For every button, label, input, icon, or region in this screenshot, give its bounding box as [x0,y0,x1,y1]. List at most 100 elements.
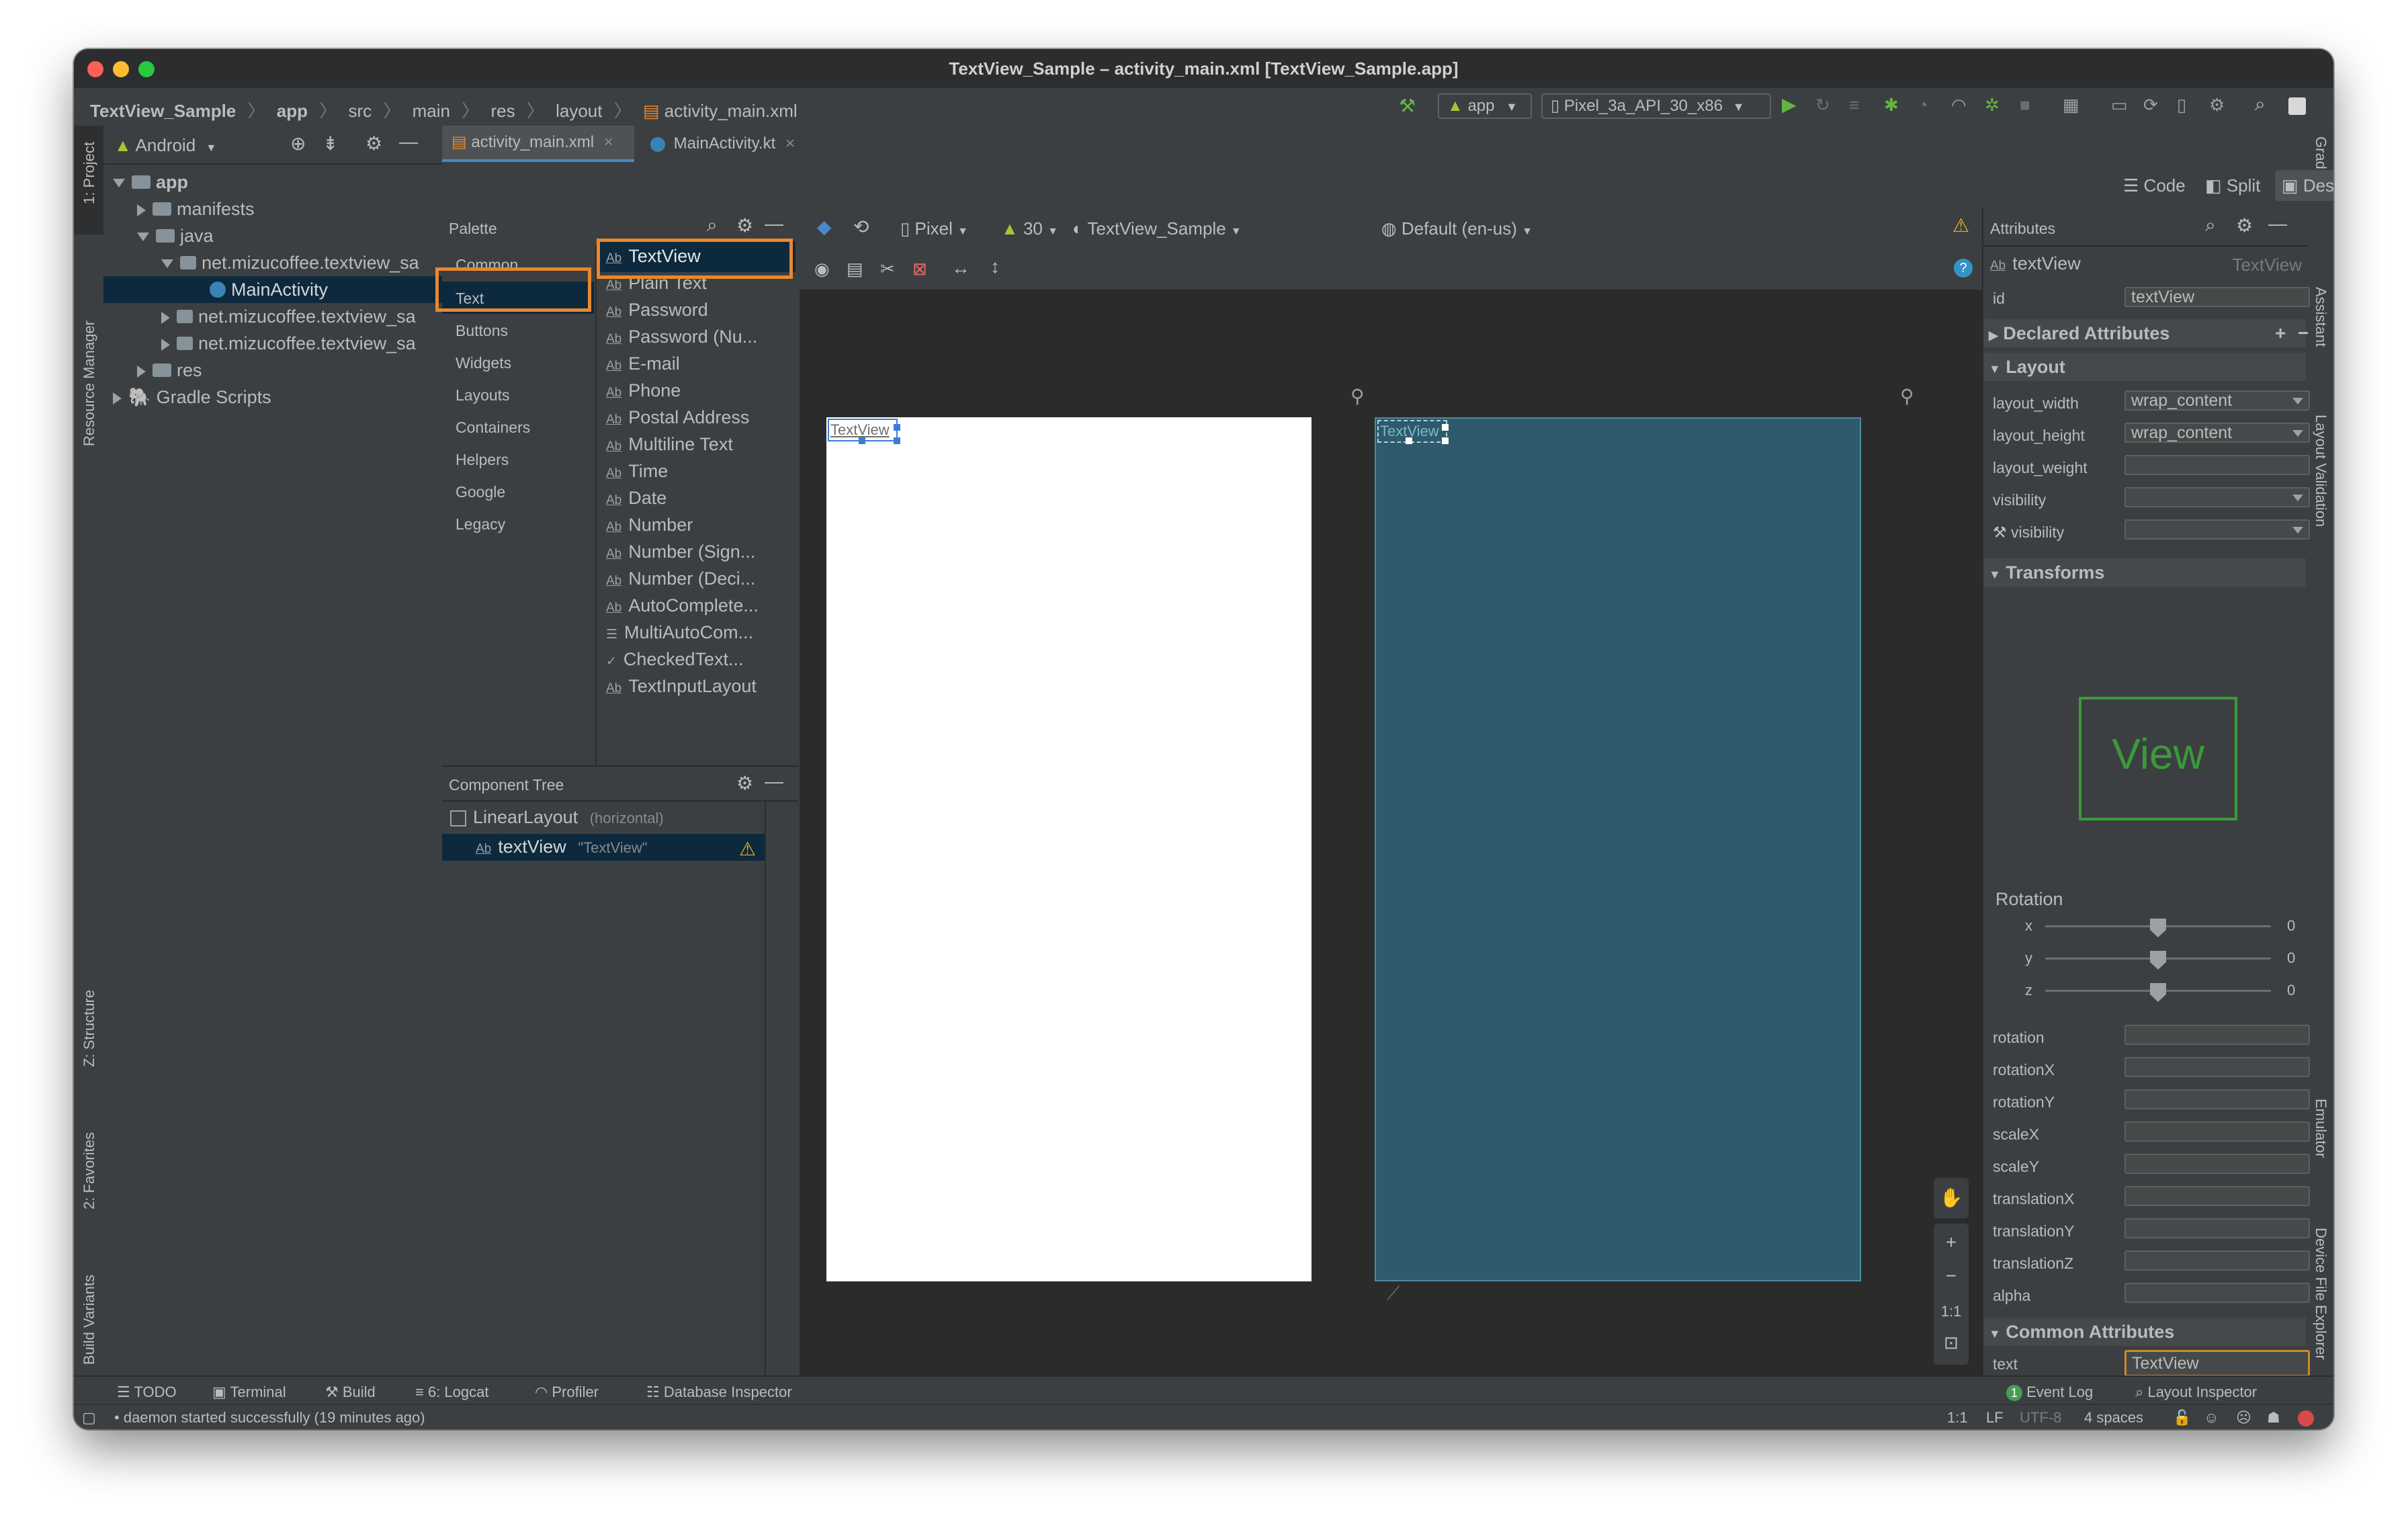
eye-icon[interactable]: ◉ [814,259,830,280]
palette-item-date[interactable]: Ab Date [606,484,666,511]
breadcrumb-main[interactable]: main [413,101,450,121]
project-view-selector[interactable]: ▲ Android ▼ [114,135,216,156]
horizontal-expand-icon[interactable]: ↔ [951,257,970,279]
rotation-z-thumb[interactable] [2150,983,2166,1002]
visibility-dropdown[interactable] [2124,487,2310,507]
section-declared-attributes[interactable]: ▶ Declared Attributes + − [1983,319,2309,347]
status-message[interactable]: • daemon started successfully (19 minute… [114,1409,425,1427]
layout-validation-tool-tab[interactable]: Layout Validation [2312,415,2329,527]
device-preview-dropdown[interactable]: ▯ Pixel ▼ [900,218,968,239]
palette-item-textinputlayout[interactable]: Ab TextInputLayout [606,673,757,699]
account-icon[interactable] [2288,97,2306,115]
resize-corner-icon[interactable]: ⟋ [1387,1283,1400,1305]
search-icon[interactable]: ⌕ [2255,93,2266,116]
terminal-tool-button[interactable]: ▣ Terminal [212,1384,286,1401]
design-surface[interactable]: TextView [826,417,1312,1281]
hide-panel-icon[interactable]: — [399,131,418,153]
translationx-field[interactable] [2124,1186,2310,1206]
device-dropdown[interactable]: ▯ Pixel_3a_API_30_x86 ▼ [1541,93,1771,119]
resize-handle[interactable] [894,424,900,431]
project-structure-icon[interactable]: ▦ [2063,95,2079,116]
rotation-y-thumb[interactable] [2150,951,2166,970]
breadcrumb-src[interactable]: src [348,101,372,121]
caret-position[interactable]: 1:1 [1947,1409,1968,1427]
resize-handle[interactable] [1442,437,1449,444]
hide-panel-icon[interactable]: — [765,771,783,792]
indent-setting[interactable]: 4 spaces [2084,1409,2143,1427]
palette-item-phone[interactable]: Ab Phone [606,377,681,404]
build-tool-button[interactable]: ⚒ Build [325,1384,376,1401]
file-encoding[interactable]: UTF-8 [2020,1409,2061,1427]
apply-code-changes-icon[interactable]: ≡ [1849,95,1859,116]
pan-button[interactable]: ✋ [1934,1178,1969,1218]
palette-category-legacy[interactable]: Legacy [456,515,505,534]
palette-item-multiline-text[interactable]: Ab Multiline Text [606,431,733,458]
rotationy-field[interactable] [2124,1089,2310,1109]
layers-icon[interactable]: ◆ [817,216,832,238]
tree-item-package[interactable]: net.mizucoffee.textview_sa [161,249,419,276]
palette-item-autocomplete[interactable]: Ab AutoComplete... [606,592,759,619]
build-hammer-icon[interactable]: ⚒ [1399,95,1416,117]
search-icon[interactable]: ⌕ [707,214,718,237]
database-inspector-tool-button[interactable]: ☷ Database Inspector [646,1384,792,1401]
breadcrumb-res[interactable]: res [490,101,515,121]
emulator-tool-tab[interactable]: Emulator [2312,1099,2329,1158]
scaley-field[interactable] [2124,1154,2310,1174]
remove-attribute-icon[interactable]: − [2298,319,2309,347]
locale-dropdown[interactable]: ◍ Default (en-us) ▼ [1381,218,1533,239]
layout-height-dropdown[interactable]: wrap_content [2124,423,2310,443]
id-field[interactable]: textView [2124,287,2310,307]
code-mode-button[interactable]: ☰ Code [2123,175,2186,196]
gear-icon[interactable]: ⚙ [736,214,753,237]
tab-activity-main[interactable]: ▤ activity_main.xml × [442,126,634,162]
palette-item-postal-address[interactable]: Ab Postal Address [606,404,749,431]
palette-category-widgets[interactable]: Widgets [456,354,511,372]
tools-visibility-dropdown[interactable] [2124,519,2310,540]
palette-item-time[interactable]: Ab Time [606,458,668,484]
run-config-dropdown[interactable]: ▲ app ▼ [1438,93,1532,119]
design-mode-button[interactable]: ▣ Design [2275,170,2333,201]
rotation-x-thumb[interactable] [2150,919,2166,937]
hide-panel-icon[interactable]: — [765,213,783,235]
orientation-icon[interactable]: ⟲ [853,216,869,238]
breadcrumb-file[interactable]: activity_main.xml [664,101,798,121]
breadcrumb-layout[interactable]: layout [556,101,602,121]
gear-icon[interactable]: ⚙ [736,772,753,794]
search-icon[interactable]: ⌕ [2205,214,2216,237]
tree-item-java[interactable]: java [137,222,214,249]
collapse-all-icon[interactable]: ⇟ [322,132,338,155]
palette-category-layouts[interactable]: Layouts [456,386,510,405]
resize-handle[interactable] [894,437,900,444]
apply-changes-icon[interactable]: ↻ [1815,95,1830,116]
zoom-in-icon[interactable]: + [1934,1232,1969,1253]
avd-manager-icon[interactable]: ▭ [2111,95,2128,116]
text-field[interactable]: TextView [2124,1350,2310,1377]
favorites-tool-tab[interactable]: 2: Favorites [81,1132,98,1209]
resource-manager-tool-tab[interactable]: Resource Manager [81,321,98,446]
event-log-tool-button[interactable]: 1 Event Log [2006,1384,2093,1401]
layout-width-dropdown[interactable]: wrap_content [2124,390,2310,411]
hide-panel-icon[interactable]: — [2268,213,2287,235]
component-row-textview[interactable]: Ab textView "TextView" [476,837,648,857]
palette-category-containers[interactable]: Containers [456,419,530,437]
locate-file-icon[interactable]: ⊕ [290,132,306,155]
translationz-field[interactable] [2124,1250,2310,1271]
rotationx-field[interactable] [2124,1057,2310,1077]
palette-item-number-signed[interactable]: Ab Number (Sign... [606,538,755,565]
autoconnect-icon[interactable]: ✂ [880,259,895,280]
error-indicator-icon[interactable] [2298,1410,2314,1427]
assistant-tool-tab[interactable]: Assistant [2312,287,2329,347]
zoom-out-icon[interactable]: − [1934,1265,1969,1287]
add-attribute-icon[interactable]: + [2275,319,2286,347]
palette-item-number[interactable]: Ab Number [606,511,693,538]
debug-icon[interactable]: ✱ [1884,95,1899,116]
tree-item-res[interactable]: res [137,357,202,384]
logcat-tool-button[interactable]: ≡ 6: Logcat [415,1384,488,1401]
profiler-tool-button[interactable]: ◠ Profiler [535,1384,599,1401]
inspector-icon[interactable]: ☗ [2267,1409,2280,1427]
palette-item-password-numeric[interactable]: Ab Password (Nu... [606,323,757,350]
translationy-field[interactable] [2124,1218,2310,1238]
scalex-field[interactable] [2124,1121,2310,1142]
component-row-linearlayout[interactable]: LinearLayout (horizontal) [450,807,664,828]
alpha-field[interactable] [2124,1283,2310,1303]
